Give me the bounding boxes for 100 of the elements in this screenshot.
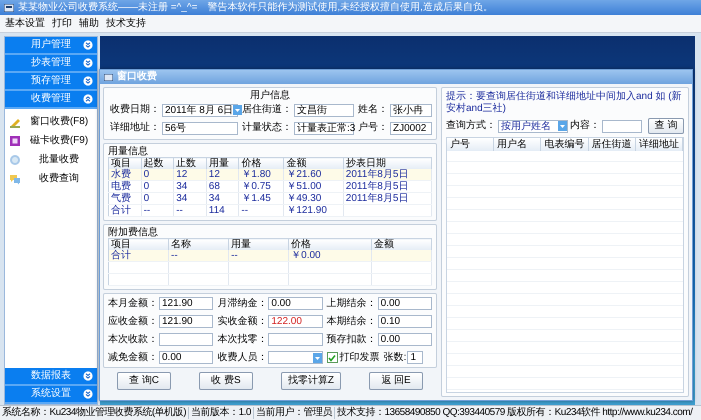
sidebar-group-header[interactable]: 收费管理 — [5, 91, 97, 109]
field-label: 本月金额： — [108, 298, 158, 310]
menu-item[interactable]: 技术支持 — [106, 18, 146, 30]
field-label: 本次找零： — [217, 334, 268, 346]
table-cell: 2011年8月5日 — [343, 192, 432, 204]
table-cell: -- — [141, 204, 174, 216]
column-header[interactable]: 金额 — [371, 238, 432, 250]
input-field[interactable]: 0.00 — [378, 333, 432, 346]
sidebar-item[interactable]: 窗口收费(F8) — [5, 115, 97, 128]
input-field[interactable]: 1 — [407, 351, 424, 364]
field-label: 收费人员： — [217, 352, 268, 364]
table-cell: ￥121.90 — [284, 204, 344, 216]
input-field[interactable]: 0.00 — [378, 297, 432, 310]
input-field[interactable]: 张小冉 — [390, 104, 432, 116]
dialog-title: 窗口收费 — [117, 71, 157, 83]
input-field[interactable]: ZJ0002 — [390, 122, 432, 134]
column-header[interactable]: 项目 — [108, 238, 169, 250]
input-field[interactable] — [268, 333, 323, 346]
column-header[interactable]: 抄表日期 — [343, 158, 432, 169]
column-header[interactable]: 居住街道 — [588, 138, 636, 151]
table-cell: 12 — [174, 169, 206, 180]
input-field[interactable] — [159, 333, 214, 346]
input-field[interactable]: 121.90 — [159, 297, 214, 310]
menu-item[interactable]: 打印 — [52, 18, 72, 30]
section-title: 用户信息 — [249, 90, 291, 101]
dropdown-field[interactable] — [268, 351, 323, 364]
input-field[interactable] — [602, 120, 642, 132]
table-cell: ￥0.75 — [238, 180, 284, 192]
menu-item[interactable]: 辅助 — [79, 18, 99, 30]
table-cell: 0 — [141, 180, 174, 192]
action-button[interactable]: 收 费S — [198, 372, 253, 390]
field-label: 姓名： — [358, 104, 388, 116]
input-field[interactable]: 121.90 — [159, 315, 214, 328]
column-header[interactable]: 户号 — [447, 138, 494, 151]
table-cell: 电费 — [108, 180, 142, 192]
action-button[interactable]: 查 询C — [116, 372, 171, 390]
table-cell: ￥51.00 — [284, 180, 344, 192]
column-header[interactable]: 详细地址 — [636, 138, 684, 151]
field-label: 减免金额： — [108, 352, 158, 364]
status-text: 当前版本：1.0 — [189, 407, 254, 419]
sidebar-item[interactable]: 批量收费 — [5, 153, 97, 166]
table-cell: 34 — [174, 180, 206, 192]
column-header[interactable]: 金额 — [284, 158, 344, 169]
column-header[interactable]: 项目 — [108, 158, 142, 169]
table-cell: 2011年8月5日 — [343, 180, 432, 192]
action-button[interactable]: 找零计算Z — [280, 372, 342, 390]
column-header[interactable]: 名称 — [168, 238, 229, 250]
table-cell: 水费 — [108, 169, 142, 180]
status-text: 当前用户：管理员 — [254, 407, 335, 419]
field-label: 收费日期： — [110, 104, 160, 116]
field-label: 应收金额： — [108, 316, 158, 328]
input-field[interactable]: 0.00 — [159, 351, 214, 364]
input-field[interactable]: 122.00 — [268, 315, 323, 328]
input-field[interactable]: 0.10 — [378, 315, 432, 328]
search-button[interactable]: 查 询 — [648, 118, 684, 134]
column-header[interactable]: 价格 — [238, 158, 284, 169]
field-label: 查询方式： — [446, 120, 496, 132]
input-field[interactable]: 0.00 — [268, 297, 323, 310]
column-header[interactable]: 止数 — [174, 158, 206, 169]
sidebar-group-header[interactable]: 用户管理 — [5, 37, 97, 55]
table-cell: ￥1.80 — [238, 169, 284, 180]
card-icon — [9, 134, 21, 146]
table-cell: 114 — [206, 204, 239, 216]
column-header[interactable]: 用量 — [228, 238, 289, 250]
app-icon — [4, 4, 14, 12]
table-cell: 合计 — [108, 204, 142, 216]
sidebar-item[interactable]: 收费查询 — [5, 172, 97, 185]
sidebar-group-header[interactable]: 系统设置 — [5, 386, 97, 404]
column-header[interactable]: 用量 — [206, 158, 239, 169]
field-label: 计量状态： — [242, 122, 292, 134]
status-text: 系统名称：Ku234物业管理收费系统(单机版) — [0, 407, 190, 419]
menu-item[interactable]: 基本设置 — [5, 18, 45, 30]
field-label: 详细地址： — [110, 122, 160, 134]
input-field[interactable]: 计量表正常:3 — [294, 122, 354, 134]
section-title: 附加费信息 — [108, 227, 159, 238]
column-header[interactable]: 起数 — [141, 158, 174, 169]
input-field[interactable]: 56号 — [162, 122, 238, 134]
column-header[interactable]: 电表编号 — [541, 138, 589, 151]
column-header[interactable]: 价格 — [288, 238, 372, 250]
field-label: 月滞纳金： — [217, 298, 268, 310]
column-header[interactable]: 用户名 — [494, 138, 542, 151]
globe-icon — [9, 154, 21, 166]
table-cell: -- — [228, 250, 289, 262]
dropdown-field[interactable]: 按用户姓名 — [498, 120, 568, 132]
field-label: 预存扣款： — [326, 334, 377, 346]
table-cell: 34 — [206, 192, 239, 204]
sidebar-group-header[interactable]: 预存管理 — [5, 73, 97, 91]
checkbox[interactable] — [326, 352, 338, 363]
sidebar-item[interactable]: 磁卡收费(F9) — [5, 134, 97, 147]
checkbox-label: 打印发票 — [340, 352, 380, 364]
field-label: 张数: — [384, 352, 406, 364]
table-cell: -- — [168, 250, 229, 262]
action-button[interactable]: 返 回E — [369, 372, 423, 390]
table-cell: ￥49.30 — [284, 192, 344, 204]
checkmark-icon — [328, 354, 336, 362]
sidebar-group-header[interactable]: 数据报表 — [5, 368, 97, 386]
input-field[interactable]: 文昌街 — [294, 104, 354, 116]
table-cell: 34 — [174, 192, 206, 204]
sidebar-group-header[interactable]: 抄表管理 — [5, 55, 97, 73]
field-label: 本次收款： — [108, 334, 158, 346]
